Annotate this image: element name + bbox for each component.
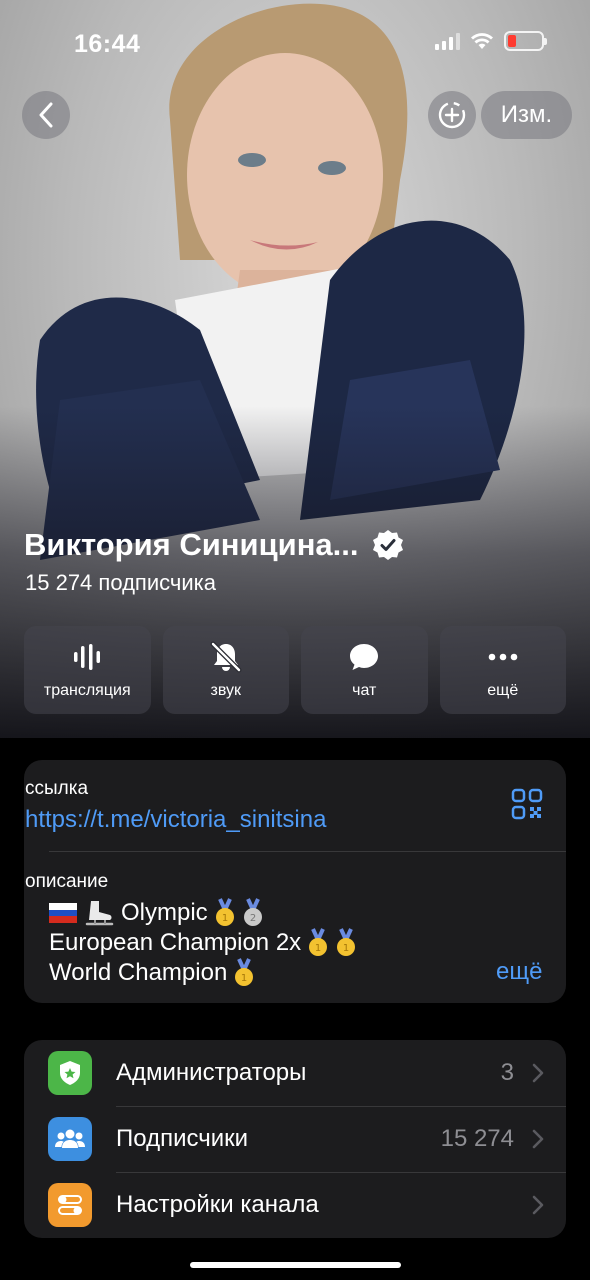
ice-skate-icon — [85, 901, 114, 926]
broadcast-label: трансляция — [43, 682, 131, 699]
subscriber-count: 15 274 подписчика — [25, 570, 216, 595]
edit-button[interactable]: Изм. — [481, 91, 572, 139]
svg-text:1: 1 — [221, 913, 227, 924]
toggles-icon — [48, 1183, 92, 1227]
link-label: ссылка — [25, 778, 89, 799]
channel-settings-row[interactable]: Настройки канала — [24, 1172, 566, 1238]
bell-slash-icon — [210, 641, 242, 673]
chevron-left-icon — [39, 102, 53, 128]
description-line-1: Olympic 1 2 — [49, 898, 264, 928]
home-indicator[interactable] — [190, 1262, 401, 1268]
channel-title: Виктория Синицина... — [24, 527, 405, 563]
chevron-right-icon — [532, 1195, 544, 1215]
channel-link[interactable]: https://t.me/victoria_sinitsina — [25, 806, 326, 834]
subscribers-label: Подписчики — [116, 1125, 249, 1152]
description-line-3: World Champion 1 — [49, 958, 255, 988]
chat-bubble-icon — [350, 644, 379, 670]
gold-medal-icon: 1 — [215, 898, 234, 926]
status-icons — [435, 31, 547, 51]
svg-text:1: 1 — [315, 943, 321, 954]
battery-level — [508, 35, 516, 47]
more-dots-icon — [488, 653, 518, 661]
silver-medal-icon: 2 — [243, 898, 262, 926]
broadcast-button[interactable]: трансляция — [24, 626, 151, 714]
russia-flag-icon — [49, 903, 77, 923]
description-text-3: World Champion — [49, 959, 228, 986]
description-line-2: European Champion 2x 1 1 — [49, 928, 357, 958]
battery-icon — [504, 31, 547, 51]
subscribers-row[interactable]: Подписчики 15 274 — [24, 1106, 566, 1172]
info-divider — [49, 851, 566, 852]
more-button[interactable]: ещё — [439, 626, 566, 714]
chat-label: чат — [352, 682, 377, 699]
svg-text:1: 1 — [343, 943, 349, 954]
chat-button[interactable]: чат — [301, 626, 428, 714]
gold-medal-icon: 1 — [337, 928, 356, 956]
action-bar: трансляция звук чат ещё — [24, 626, 566, 714]
description-text-2: European Champion 2x — [49, 929, 302, 956]
cellular-signal-icon — [435, 32, 460, 50]
chevron-right-icon — [532, 1063, 544, 1083]
add-story-button[interactable] — [428, 91, 476, 139]
plus-circle-dashed-icon — [438, 101, 466, 129]
sound-label: звук — [210, 682, 241, 699]
status-time: 16:44 — [74, 30, 141, 58]
people-icon — [48, 1117, 92, 1161]
gold-medal-icon: 1 — [235, 958, 254, 986]
channel-name: Виктория Синицина... — [24, 527, 359, 562]
subscribers-value: 15 274 — [440, 1125, 514, 1152]
description-label: описание — [25, 871, 109, 892]
qr-code-icon[interactable] — [510, 787, 544, 821]
description-more-link[interactable]: ещё — [496, 958, 542, 986]
admins-row[interactable]: Администраторы 3 — [24, 1040, 566, 1106]
gold-medal-icon: 1 — [309, 928, 328, 956]
broadcast-icon — [74, 644, 101, 670]
admins-count: 3 — [500, 1059, 514, 1086]
svg-text:2: 2 — [249, 913, 255, 924]
admins-label: Администраторы — [116, 1059, 307, 1086]
sound-button[interactable]: звук — [162, 626, 289, 714]
channel-settings-label: Настройки канала — [116, 1191, 319, 1218]
svg-text:1: 1 — [241, 973, 247, 984]
wifi-icon — [471, 33, 493, 49]
shield-star-icon — [48, 1051, 92, 1095]
verified-badge-icon[interactable] — [371, 528, 405, 562]
more-label: ещё — [487, 682, 519, 699]
description-text-1: Olympic — [121, 899, 208, 926]
chevron-right-icon — [532, 1129, 544, 1149]
back-button[interactable] — [22, 91, 70, 139]
